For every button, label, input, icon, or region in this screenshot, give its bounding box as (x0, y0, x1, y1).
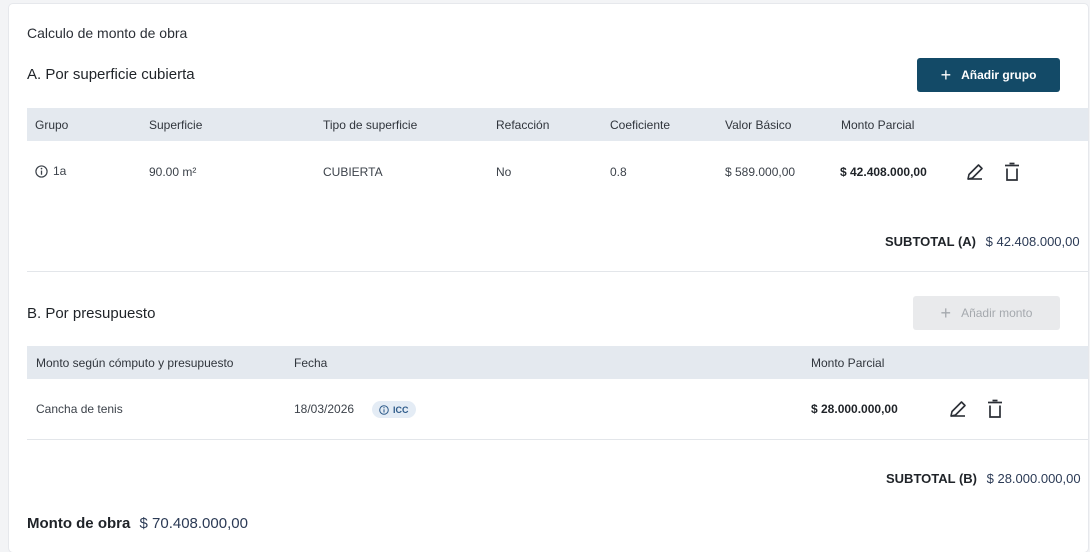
table-a-header: Grupo Superficie Tipo de superficie Refa… (27, 108, 1088, 141)
add-amount-label: Añadir monto (961, 306, 1033, 320)
trash-icon (988, 399, 1002, 418)
pencil-icon (950, 401, 966, 417)
total-label: Monto de obra (27, 515, 131, 532)
col-monto-computo: Monto según cómputo y presupuesto (36, 356, 234, 370)
col-fecha: Fecha (294, 356, 328, 370)
card-title: Calculo de monto de obra (27, 25, 188, 41)
monto-obra-card: Calculo de monto de obra A. Por superfic… (9, 4, 1088, 552)
add-group-label: Añadir grupo (961, 68, 1037, 82)
fecha-value: 18/03/2026 (294, 402, 355, 416)
add-amount-button[interactable]: + Añadir monto (913, 296, 1060, 330)
col-superficie: Superficie (149, 118, 203, 132)
tipo-value: CUBIERTA (323, 165, 383, 179)
coeficiente-value: 0.8 (610, 165, 627, 179)
descripcion-value: Cancha de tenis (36, 402, 123, 416)
col-coeficiente: Coeficiente (610, 118, 671, 132)
plus-icon: + (940, 303, 952, 323)
subtotal-b-value: $ 28.000.000,00 (986, 471, 1081, 486)
subtotal-a-value: $ 42.408.000,00 (985, 234, 1080, 249)
plus-icon: + (940, 65, 952, 85)
section-divider (27, 271, 1088, 272)
pencil-icon (967, 164, 983, 180)
superficie-value: 90.00 m² (149, 165, 197, 179)
subtotal-a-label: SUBTOTAL (A) (885, 234, 976, 249)
trash-icon (1005, 162, 1019, 181)
delete-button[interactable] (1001, 161, 1023, 183)
valor-basico-value: $ 589.000,00 (725, 165, 796, 179)
icc-badge[interactable]: ICC (372, 401, 416, 418)
info-icon[interactable] (35, 164, 48, 178)
monto-parcial-value: $ 42.408.000,00 (840, 165, 927, 179)
col-monto-parcial-b: Monto Parcial (811, 356, 885, 370)
subtotal-b: SUBTOTAL (B) $ 28.000.000,00 (886, 471, 1081, 486)
add-group-button[interactable]: + Añadir grupo (917, 58, 1060, 92)
monto-obra-total: Monto de obra $ 70.408.000,00 (27, 515, 248, 532)
section-a-title: A. Por superficie cubierta (27, 66, 195, 83)
edit-button[interactable] (964, 161, 986, 183)
subtotal-a: SUBTOTAL (A) $ 42.408.000,00 (885, 234, 1080, 249)
refaccion-value: No (496, 165, 512, 179)
subtotal-b-label: SUBTOTAL (B) (886, 471, 977, 486)
edit-button[interactable] (947, 398, 969, 420)
table-b-header: Monto según cómputo y presupuesto Fecha … (27, 346, 1088, 379)
col-refaccion: Refacción (496, 118, 550, 132)
row-divider (27, 439, 1088, 440)
section-b-title: B. Por presupuesto (27, 305, 156, 322)
total-value: $ 70.408.000,00 (139, 515, 248, 532)
grupo-cell: 1a (35, 164, 66, 178)
col-valor-basico: Valor Básico (725, 118, 792, 132)
grupo-value: 1a (53, 164, 67, 178)
col-monto-parcial: Monto Parcial (841, 118, 915, 132)
delete-button[interactable] (984, 398, 1006, 420)
icc-badge-label: ICC (393, 404, 409, 415)
col-grupo: Grupo (35, 118, 69, 132)
monto-parcial-b-value: $ 28.000.000,00 (811, 402, 898, 416)
info-icon (379, 404, 389, 415)
col-tipo-superficie: Tipo de superficie (323, 118, 418, 132)
